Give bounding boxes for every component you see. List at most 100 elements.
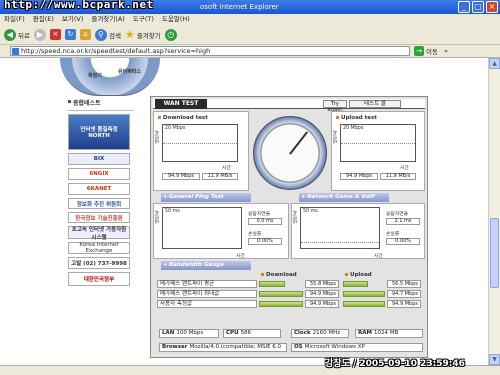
download-panel: Download test 대역폭 20 Mbps 시간 94.9 Mbps 1… bbox=[153, 111, 249, 191]
cpu-value: 586 bbox=[240, 330, 252, 336]
bandwidth-row-label: 사용자 측정값 bbox=[157, 300, 257, 308]
history-icon[interactable]: ◷ bbox=[164, 28, 177, 41]
maximize-button[interactable]: □ bbox=[472, 1, 484, 13]
back-button[interactable]: ◀ 뒤로 bbox=[4, 28, 30, 41]
search-label: 검색 bbox=[108, 31, 121, 40]
speed-gauge bbox=[253, 116, 327, 190]
scroll-down-icon[interactable]: ▼ bbox=[489, 354, 500, 365]
sidebar-item-resources[interactable]: 초고속 인터넷 가용자원 시스템 bbox=[68, 226, 130, 241]
menu-file[interactable]: 파일(F) bbox=[4, 14, 25, 25]
download-mbs: 11.9 MB/s bbox=[202, 173, 238, 180]
favorites-button[interactable]: ★ 즐겨찾기 bbox=[125, 28, 161, 41]
download-bar-value: 94.9 Mbps bbox=[305, 300, 339, 308]
ping-loss-value: 0.00% bbox=[248, 238, 282, 245]
window-controls: _ □ × bbox=[458, 1, 498, 13]
upload-bar bbox=[343, 281, 369, 287]
game-axis-label: 대역폭 bbox=[293, 210, 298, 224]
scroll-up-icon[interactable]: ▲ bbox=[489, 58, 500, 69]
ping-axis-label: 대역폭 bbox=[155, 210, 160, 224]
sidebar-item-quality[interactable]: 인터넷 품질측정 NORTH bbox=[68, 114, 130, 150]
bandwidth-row: 메가패스 랜트파이 평균 55.8 Mbps 56.5 Mbps bbox=[153, 280, 425, 289]
star-icon: ★ bbox=[124, 28, 135, 41]
bandwidth-row: 사용자 측정값 94.9 Mbps 94.9 Mbps bbox=[153, 300, 425, 309]
bandwidth-row: 메가패스 랜트파이 최대값 94.9 Mbps 94.7 Mbps bbox=[153, 290, 425, 299]
browser-value: Mozilla/4.0 (compatible; MSIE 6.0 bbox=[189, 344, 282, 350]
upload-bar bbox=[343, 291, 385, 297]
stop-icon[interactable]: × bbox=[49, 29, 61, 40]
upload-time-label: 시간 bbox=[400, 166, 409, 171]
lan-value: 100 Mbps bbox=[176, 330, 204, 336]
upload-bar bbox=[343, 301, 385, 307]
sidebar-item-6ngix[interactable]: 6NGIX bbox=[68, 168, 130, 180]
search-button[interactable]: ⚲ 검색 bbox=[94, 28, 121, 41]
speedtest-panel: WAN TEST Try again 테스트 블 Download test 대… bbox=[150, 96, 428, 358]
back-label: 뒤로 bbox=[18, 31, 30, 40]
logo-text-a: 측정기 bbox=[88, 73, 102, 79]
download-bar-value: 94.9 Mbps bbox=[305, 290, 339, 298]
tab-wan-test[interactable]: WAN TEST bbox=[155, 99, 207, 109]
download-bar bbox=[259, 301, 303, 307]
download-title: Download test bbox=[158, 115, 208, 121]
window-titlebar: http://www.bcpark.net osoft Internet Exp… bbox=[0, 0, 500, 14]
address-input[interactable]: http://speed.nca.or.kr/speedtest/default… bbox=[10, 46, 410, 56]
lan-label: LAN bbox=[162, 330, 175, 336]
sidebar-item-kipa[interactable]: 한국정보 기술진흥원 bbox=[68, 212, 130, 223]
close-button[interactable]: × bbox=[486, 1, 498, 13]
bandwidth-download-header: Download bbox=[261, 272, 297, 278]
menu-help[interactable]: 도움말(H) bbox=[162, 14, 190, 25]
try-again-button[interactable]: Try again bbox=[323, 100, 347, 113]
forward-arrow-icon[interactable]: ▶ bbox=[33, 28, 46, 41]
menu-view[interactable]: 보기(V) bbox=[62, 14, 83, 25]
menu-bar: 파일(F) 편집(E) 보기(V) 즐겨찾기(A) 도구(T) 도움말(H) bbox=[0, 14, 500, 25]
menu-edit[interactable]: 편집(E) bbox=[33, 14, 54, 25]
upload-bar-value: 94.9 Mbps bbox=[387, 300, 421, 308]
upload-axis-label: 대역폭 bbox=[333, 130, 338, 144]
go-button[interactable]: → 이동 bbox=[414, 46, 438, 56]
sidebar-title: 종합테스트 bbox=[68, 96, 134, 111]
game-time-label: 시간 bbox=[374, 254, 383, 259]
sidebar-item-report[interactable]: 고발 (02) 737-9998 bbox=[68, 257, 130, 269]
links-chevron[interactable]: » bbox=[444, 47, 448, 55]
sidebar-item-6kanet[interactable]: 6KANET bbox=[68, 183, 130, 195]
upload-panel: Upload test 대역폭 20 Mbps 시간 94.9 Mbps 11.… bbox=[331, 111, 425, 191]
bandwidth-row-label: 메가패스 랜트파이 평균 bbox=[157, 280, 257, 288]
bandwidth-section-header: Bandwidth Gauge bbox=[161, 261, 251, 270]
download-bar bbox=[259, 291, 303, 297]
clock-value: 2160 MHz bbox=[312, 330, 341, 336]
vertical-scrollbar[interactable]: ▲ ▼ bbox=[488, 58, 500, 365]
download-axis-label: 대역폭 bbox=[155, 130, 160, 144]
ping-time-label: 시간 bbox=[236, 254, 245, 259]
sidebar-item-government[interactable]: 대한민국정부 bbox=[68, 272, 130, 286]
upload-mbps: 94.9 Mbps bbox=[340, 173, 378, 180]
minimize-button[interactable]: _ bbox=[458, 1, 470, 13]
page-content: 측정기 유비쿼터스 종합테스트 인터넷 품질측정 NORTH BIX 6NGIX… bbox=[0, 58, 488, 365]
search-icon: ⚲ bbox=[94, 28, 107, 41]
sidebar-item-bix[interactable]: BIX bbox=[68, 153, 130, 165]
ram-info: RAM 1024 MB bbox=[355, 329, 423, 338]
game-jitter-label: 응답지연율 bbox=[386, 212, 409, 217]
upload-bar-value: 94.7 Mbps bbox=[387, 290, 421, 298]
home-icon[interactable]: ⌂ bbox=[79, 29, 91, 40]
test-all-button[interactable]: 테스트 블 bbox=[349, 100, 401, 108]
refresh-icon[interactable]: ↻ bbox=[64, 29, 76, 40]
lan-info: LAN 100 Mbps bbox=[159, 329, 219, 338]
address-bar: http://speed.nca.or.kr/speedtest/default… bbox=[0, 45, 500, 58]
sidebar: 종합테스트 인터넷 품질측정 NORTH BIX 6NGIX 6KANET 정보… bbox=[68, 96, 134, 346]
site-logo: 측정기 유비쿼터스 bbox=[60, 58, 160, 96]
download-graph: 20 Mbps bbox=[162, 124, 238, 162]
menu-tools[interactable]: 도구(T) bbox=[133, 14, 154, 25]
menu-favorites[interactable]: 즐겨찾기(A) bbox=[91, 14, 124, 25]
game-loss-label: 손실률 bbox=[386, 232, 400, 237]
window-title: osoft Internet Explorer bbox=[200, 3, 279, 11]
scroll-thumb[interactable] bbox=[490, 218, 499, 288]
upload-title: Upload test bbox=[336, 115, 377, 121]
upload-line bbox=[341, 143, 415, 144]
upload-mbs: 11.9 MB/s bbox=[380, 173, 416, 180]
ping-scale: 50 ms bbox=[165, 209, 180, 214]
sidebar-item-kix[interactable]: Korea Internet Exchange bbox=[68, 242, 130, 254]
sidebar-item-committee[interactable]: 정보화 추진 위원회 bbox=[68, 198, 130, 209]
game-jitter-value: 2.1 ms bbox=[386, 218, 420, 225]
game-graph: 50 ms bbox=[300, 207, 380, 249]
ram-label: RAM bbox=[358, 330, 372, 336]
upload-bar-value: 56.5 Mbps bbox=[387, 280, 421, 288]
